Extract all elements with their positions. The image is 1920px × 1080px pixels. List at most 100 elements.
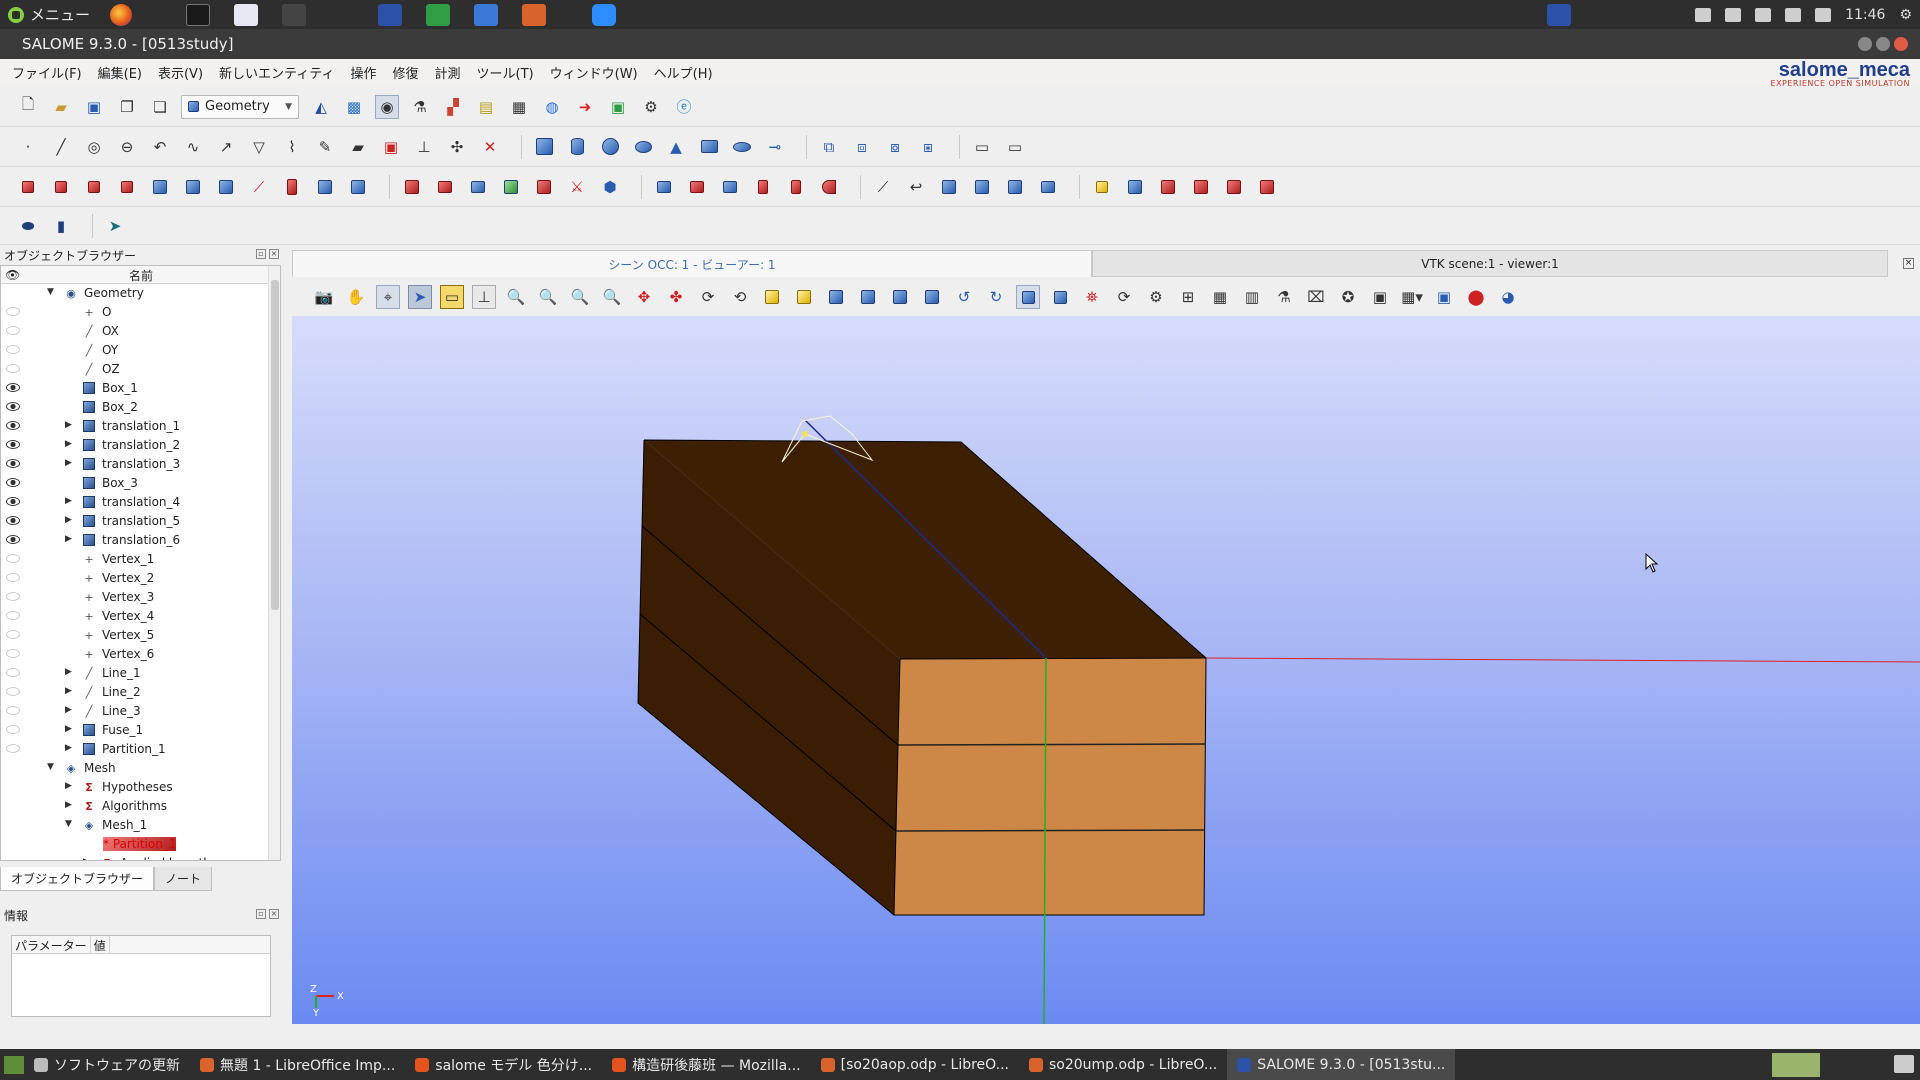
minimize-button[interactable] [1858, 37, 1872, 51]
light-source-icon[interactable]: ▦▾ [1400, 285, 1424, 309]
rotation-icon[interactable] [49, 175, 73, 199]
tree-row[interactable]: ▶ Partition_1 [1, 740, 280, 759]
expand-arrow-icon[interactable]: ▶ [65, 420, 72, 430]
terminal-launcher-icon[interactable] [186, 3, 211, 26]
impress-launcher-icon[interactable] [522, 3, 547, 26]
build-compound-icon[interactable] [1036, 175, 1060, 199]
tree-row[interactable]: ▶ Σ Applied hypotheses [1, 854, 280, 860]
expand-arrow-icon[interactable]: ▶ [83, 857, 90, 860]
float-panel-icon[interactable]: ▫ [256, 249, 266, 259]
glue-faces-icon[interactable] [499, 175, 523, 199]
taskbar-item[interactable]: [so20aop.odp - LibreO... [811, 1049, 1019, 1080]
vector-icon[interactable]: ↗ [214, 135, 238, 159]
notification-bell-icon[interactable] [1695, 7, 1712, 22]
value-column-header[interactable]: 値 [91, 936, 110, 953]
synchronize-icon[interactable]: ⚗ [1272, 285, 1296, 309]
translation-icon[interactable] [16, 175, 40, 199]
expand-arrow-icon[interactable]: ▶ [65, 686, 72, 696]
menu-window[interactable]: ウィンドウ(W) [542, 63, 646, 82]
visibility-column-eye-icon[interactable]: 👁 [5, 268, 20, 282]
homard-module-icon[interactable]: ◍ [540, 95, 564, 119]
ray-tracing-icon[interactable]: ✪ [1336, 285, 1360, 309]
mirror-icon[interactable] [82, 175, 106, 199]
edit-group-icon[interactable] [1156, 175, 1180, 199]
rotation-point-icon[interactable]: ⟳ [696, 285, 720, 309]
gui-module-icon[interactable]: ⚙ [639, 95, 663, 119]
asterstudy-icon[interactable]: ➤ [103, 214, 127, 238]
expand-arrow-icon[interactable]: ▶ [65, 515, 72, 525]
view-top-icon[interactable] [824, 285, 848, 309]
visibility-eye-icon[interactable] [6, 649, 20, 658]
show-desktop-icon[interactable] [4, 1055, 24, 1074]
visibility-eye-icon[interactable] [6, 592, 20, 601]
union-groups-icon[interactable] [1189, 175, 1213, 199]
anticlockwise-rotate-icon[interactable]: ↺ [952, 285, 976, 309]
disk-primitive-icon[interactable] [730, 135, 754, 159]
tree-row[interactable]: Box_1 [1, 379, 280, 398]
save-icon[interactable]: ▣ [82, 95, 106, 119]
stereo-icon[interactable]: ▣ [1432, 285, 1456, 309]
occ-3d-viewport[interactable]: Z X Y [292, 316, 1920, 1024]
zoom-launcher-icon[interactable] [592, 3, 617, 26]
explode-icon[interactable] [1090, 175, 1114, 199]
archimede-icon[interactable] [433, 175, 457, 199]
panning-icon[interactable]: ✥ [632, 285, 656, 309]
import-picture-icon[interactable]: ▭ [970, 135, 994, 159]
visibility-eye-icon[interactable] [6, 307, 20, 316]
menu-edit[interactable]: 編集(E) [90, 63, 150, 82]
build-shell-icon[interactable] [970, 175, 994, 199]
global-panning-icon[interactable]: ✤ [664, 285, 688, 309]
taskbar-item[interactable]: 構造研後藤班 — Mozilla... [602, 1049, 811, 1080]
tree-row[interactable]: + Vertex_3 [1, 588, 280, 607]
rectangle-primitive-icon[interactable] [697, 135, 721, 159]
expand-arrow-icon[interactable]: ▶ [65, 800, 72, 810]
polyline-icon[interactable]: ⌇ [280, 135, 304, 159]
expand-arrow-icon[interactable]: ▶ [65, 781, 72, 791]
tree-row[interactable]: Box_3 [1, 474, 280, 493]
shape-processing-icon[interactable] [466, 175, 490, 199]
expand-arrow-icon[interactable]: ▶ [65, 705, 72, 715]
tree-row[interactable]: * Partition_1 [1, 835, 280, 854]
visibility-eye-icon[interactable] [6, 573, 20, 582]
close-button[interactable] [1894, 37, 1908, 51]
filling-icon[interactable] [718, 175, 742, 199]
tree-row[interactable]: ▶ Fuse_1 [1, 721, 280, 740]
fit-all-icon[interactable]: 🔍 [504, 285, 528, 309]
collapse-arrow-icon[interactable]: ▼ [47, 287, 54, 297]
tree-scrollbar[interactable] [268, 266, 280, 860]
build-wire-icon[interactable]: ↩ [904, 175, 928, 199]
visibility-eye-icon[interactable] [6, 497, 20, 506]
scale-icon[interactable] [115, 175, 139, 199]
clipping-icon[interactable]: ⚙ [1144, 285, 1168, 309]
expand-arrow-icon[interactable]: ▶ [65, 534, 72, 544]
perspective-projection-icon[interactable] [1048, 285, 1072, 309]
projection-icon[interactable] [181, 175, 205, 199]
tab-occ-viewer[interactable]: シーン OCC: 1 - ビューアー: 1 [292, 250, 1092, 277]
menu-tools[interactable]: ツール(T) [469, 63, 542, 82]
isoline-icon[interactable]: ✣ [445, 135, 469, 159]
rotate-icon[interactable]: ⟲ [728, 285, 752, 309]
jobmanager-module-icon[interactable]: ▦ [507, 95, 531, 119]
copy-icon[interactable]: ❐ [115, 95, 139, 119]
visibility-eye-icon[interactable] [6, 440, 20, 449]
intersect-groups-icon[interactable] [1222, 175, 1246, 199]
tree-row[interactable]: ▶ translation_1 [1, 417, 280, 436]
expand-arrow-icon[interactable]: ▶ [65, 496, 72, 506]
prism-icon[interactable] [652, 175, 676, 199]
visibility-eye-icon[interactable] [6, 402, 20, 411]
collapse-arrow-icon[interactable]: ▼ [47, 762, 54, 772]
settings-gear-icon[interactable]: ⚙ [1899, 7, 1912, 23]
ambient-light-icon[interactable]: ▥ [1240, 285, 1264, 309]
tree-row[interactable]: ▶ Σ Algorithms [1, 797, 280, 816]
taskbar-item[interactable]: 無題 1 - LibreOffice Imp... [190, 1049, 405, 1080]
get-in-place-icon[interactable]: ⬢ [598, 175, 622, 199]
tree-row[interactable]: ╱ OX [1, 322, 280, 341]
graduated-axes-icon[interactable]: ▦ [1208, 285, 1232, 309]
visibility-eye-icon[interactable] [6, 421, 20, 430]
selection-mode-icon[interactable]: ➤ [408, 285, 432, 309]
position-icon[interactable] [214, 175, 238, 199]
tree-row[interactable]: ▶ translation_4 [1, 493, 280, 512]
float-panel-icon[interactable]: ▫ [256, 909, 266, 919]
clone-view-icon[interactable]: ⟳ [1112, 285, 1136, 309]
tree-scrollbar-thumb[interactable] [271, 280, 279, 610]
